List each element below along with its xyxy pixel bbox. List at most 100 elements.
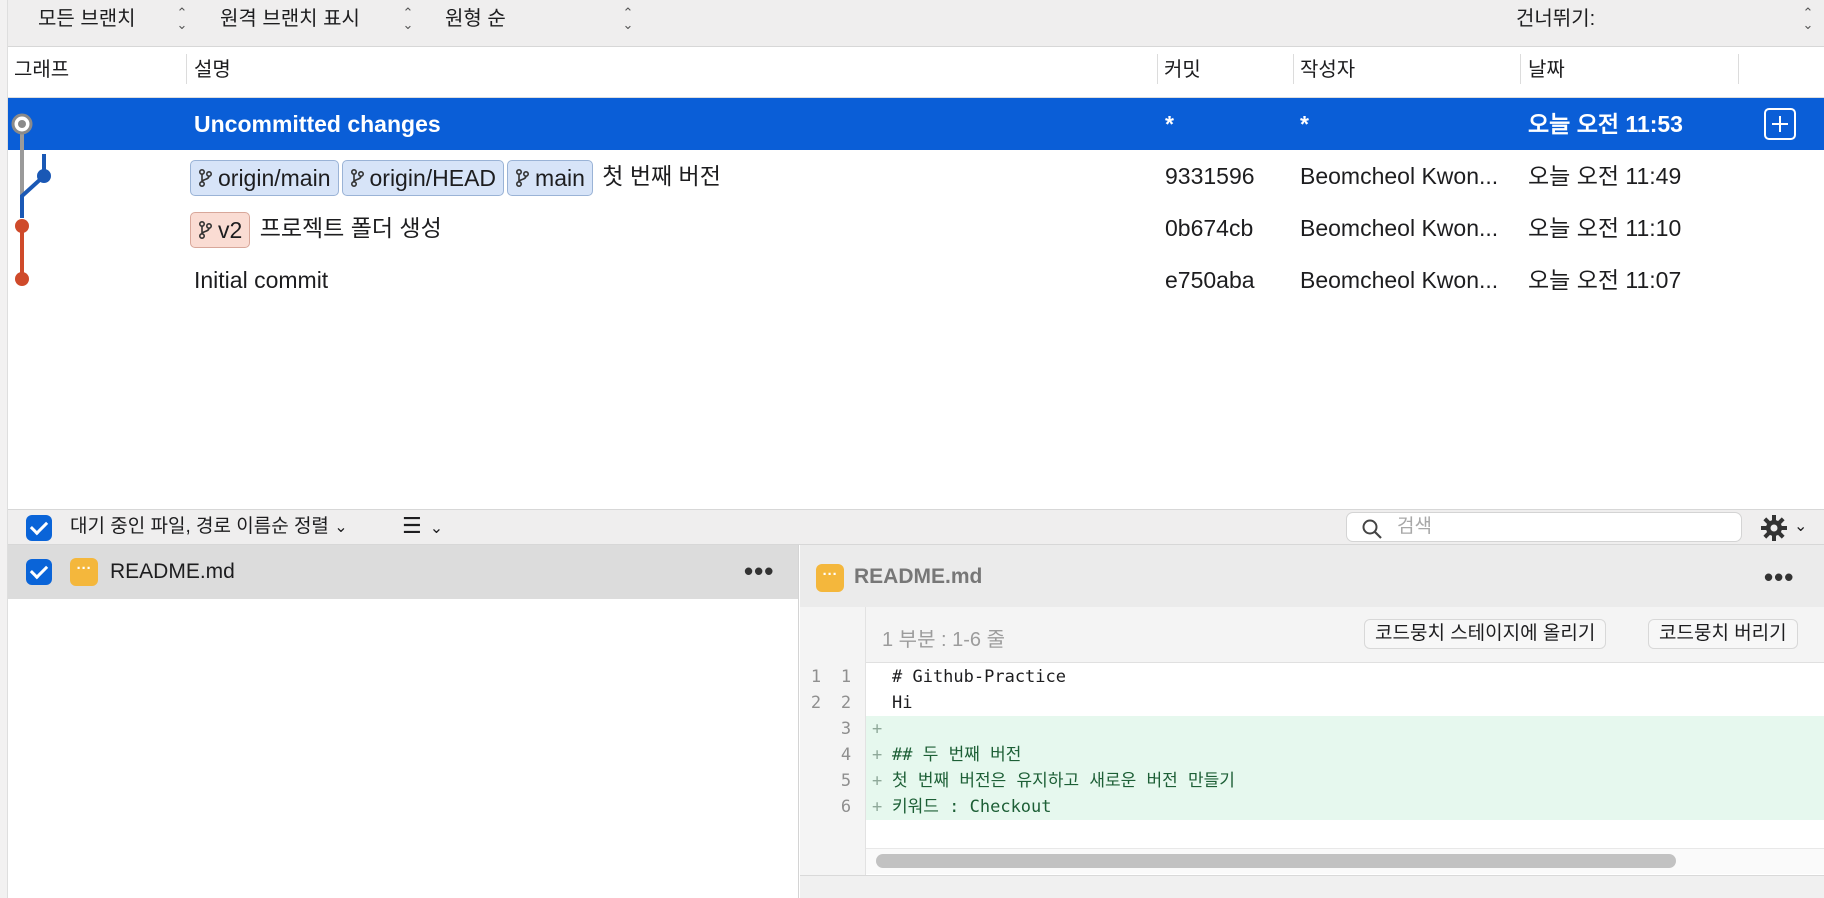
chevron-updown-icon: ⌃ ⌄	[1802, 5, 1814, 32]
branch-filter-label: 모든 브랜치	[38, 8, 136, 30]
hunk-label: 1 부분 : 1-6 줄	[882, 629, 1006, 651]
diff-line-code: + 첫 번째 버전은 유지하고 새로운 버전 만들기	[866, 768, 1824, 794]
filter-toolbar: 모든 브랜치 ⌃ ⌄ 원격 브랜치 표시 ⌃ ⌄ 원형 순 ⌃ ⌄ 건너뛰기: ⌃ ⌄	[0, 0, 1824, 47]
new-line-number: 2	[840, 693, 852, 713]
commit-description: Uncommitted changes	[194, 111, 441, 137]
graph-edge-main	[20, 154, 46, 218]
file-sort-label: 대기 중인 파일, 경로 이름순 정렬	[70, 516, 329, 537]
remote-filter-select[interactable]: 원격 브랜치 표시 ⌃ ⌄	[220, 6, 420, 32]
commit-description: Initial commit	[194, 267, 329, 293]
file-sort-dropdown[interactable]: 대기 중인 파일, 경로 이름순 정렬 ⌄	[70, 515, 348, 540]
column-date[interactable]: 날짜	[1528, 48, 1565, 98]
old-line-number: 1	[810, 667, 822, 687]
discard-hunk-button[interactable]: 코드뭉치 버리기	[1648, 619, 1798, 649]
graph-node	[37, 169, 51, 183]
commit-graph	[11, 113, 51, 286]
commit-description: 첫 번째 버전	[602, 163, 721, 189]
diff-line-added: 3 +	[800, 716, 1824, 742]
commit-description-cell: origin/main origin/HEAD main 첫 번째 버전	[190, 150, 1150, 202]
diff-line-code: + ## 두 번째 버전	[866, 742, 1824, 768]
gear-icon	[1760, 515, 1788, 546]
chevron-down-icon: ⌄	[334, 519, 348, 536]
column-author[interactable]: 작성자	[1300, 48, 1355, 98]
stage-hunk-button[interactable]: 코드뭉치 스테이지에 올리기	[1364, 619, 1607, 649]
branch-tag[interactable]: origin/HEAD	[341, 159, 505, 196]
graph-node	[15, 219, 29, 233]
file-stage-checkbox[interactable]	[26, 559, 52, 585]
new-line-number: 5	[840, 771, 852, 791]
column-commit[interactable]: 커밋	[1164, 48, 1201, 98]
branch-tag-label: origin/HEAD	[369, 164, 497, 191]
diff-line: 2 2 Hi	[800, 690, 1824, 716]
commit-hash: e750aba	[1165, 267, 1255, 293]
remote-filter-label: 원격 브랜치 표시	[220, 8, 360, 30]
commit-list-header: 그래프 설명 커밋 작성자 날짜	[8, 48, 1824, 98]
stage-all-checkbox[interactable]	[26, 515, 52, 541]
graph-node-dot	[18, 120, 26, 128]
column-divider	[1520, 54, 1521, 84]
staged-file-list: ··· README.md •••	[8, 545, 799, 898]
sourcetree-window: { "toolbar": { "branch_filter": "모든 브랜치"…	[0, 0, 1824, 898]
diff-header: ··· README.md •••	[800, 545, 1824, 607]
horizontal-scrollbar[interactable]	[876, 854, 1676, 868]
diff-line-added: 4 + ## 두 번째 버전	[800, 742, 1824, 768]
commit-row[interactable]: origin/main origin/HEAD main 첫 번째 버전 93315…	[8, 150, 1824, 202]
list-icon: ☰	[402, 513, 422, 538]
hunk-header: 1 부분 : 1-6 줄 코드뭉치 스테이지에 올리기 코드뭉치 버리기	[866, 607, 1824, 663]
commit-description: 프로젝트 폴더 생성	[259, 215, 442, 241]
plus-square-icon[interactable]	[1764, 108, 1796, 140]
chevron-updown-icon: ⌃ ⌄	[402, 5, 414, 32]
new-line-number: 1	[840, 667, 852, 687]
ellipsis-icon[interactable]: •••	[1764, 564, 1794, 590]
diff-line-code: Hi	[866, 690, 1824, 716]
diff-line-code: + 키워드 : Checkout	[866, 794, 1824, 820]
commit-row[interactable]: Initial commit e750aba Beomcheol Kwon...…	[8, 254, 1824, 306]
commit-description-cell: v2 프로젝트 폴더 생성	[190, 202, 1150, 254]
search-icon	[1361, 518, 1383, 545]
search-placeholder: 검색	[1397, 516, 1432, 537]
old-line-number: 2	[810, 693, 822, 713]
new-line-number: 4	[840, 745, 852, 765]
branch-tag-label: main	[535, 164, 585, 191]
sort-order-label: 원형 순	[445, 8, 506, 30]
commit-date: 오늘 오전 11:49	[1528, 163, 1682, 189]
branch-tag[interactable]: main	[507, 159, 593, 197]
sort-order-select[interactable]: 원형 순 ⌃ ⌄	[445, 6, 635, 32]
commit-author: Beomcheol Kwon...	[1300, 215, 1499, 241]
branch-tag-label: origin/main	[218, 164, 331, 191]
diff-line-text: 키워드 : Checkout	[892, 797, 1052, 817]
column-description[interactable]: 설명	[194, 48, 231, 98]
commit-author: *	[1300, 111, 1309, 137]
new-line-number: 3	[840, 719, 852, 739]
commit-row[interactable]: v2 프로젝트 폴더 생성 0b674cb Beomcheol Kwon... …	[8, 202, 1824, 254]
diff-line-text: Hi	[892, 693, 913, 713]
modified-file-icon: ···	[816, 564, 844, 592]
branch-icon	[515, 163, 530, 197]
file-row[interactable]: ··· README.md •••	[8, 545, 798, 599]
diff-line-text: 첫 번째 버전은 유지하고 새로운 버전 만들기	[892, 771, 1235, 791]
commit-date: 오늘 오전 11:07	[1528, 267, 1682, 293]
commit-author: Beomcheol Kwon...	[1300, 163, 1499, 189]
commit-row-uncommitted[interactable]: Uncommitted changes * * 오늘 오전 11:53	[8, 98, 1824, 150]
diff-line-code: +	[866, 716, 1824, 742]
branch-tag-label: v2	[218, 216, 243, 243]
column-divider	[186, 54, 187, 84]
search-input[interactable]: 검색	[1346, 512, 1742, 542]
settings-menu[interactable]: ⌄	[1760, 514, 1807, 547]
diff-line-text: # Github-Practice	[892, 667, 1066, 687]
branch-filter-select[interactable]: 모든 브랜치 ⌃ ⌄	[38, 6, 198, 32]
jump-to-select[interactable]: 건너뛰기: ⌃ ⌄	[1516, 6, 1816, 32]
modified-file-icon: ···	[70, 558, 98, 586]
column-divider	[1738, 54, 1739, 84]
diff-line-added: 5 + 첫 번째 버전은 유지하고 새로운 버전 만들기	[800, 768, 1824, 794]
column-graph[interactable]: 그래프	[14, 48, 69, 98]
diff-line: 1 1 # Github-Practice	[800, 664, 1824, 690]
list-view-toggle[interactable]: ☰ ⌄	[402, 514, 443, 541]
commit-date: 오늘 오전 11:53	[1528, 111, 1683, 137]
commit-date: 오늘 오전 11:10	[1528, 215, 1682, 241]
window-edge	[0, 0, 8, 898]
ellipsis-icon[interactable]: •••	[744, 558, 774, 584]
tag-label-badge[interactable]: v2	[190, 211, 251, 248]
file-name: README.md	[110, 560, 235, 583]
branch-tag[interactable]: origin/main	[190, 159, 339, 196]
